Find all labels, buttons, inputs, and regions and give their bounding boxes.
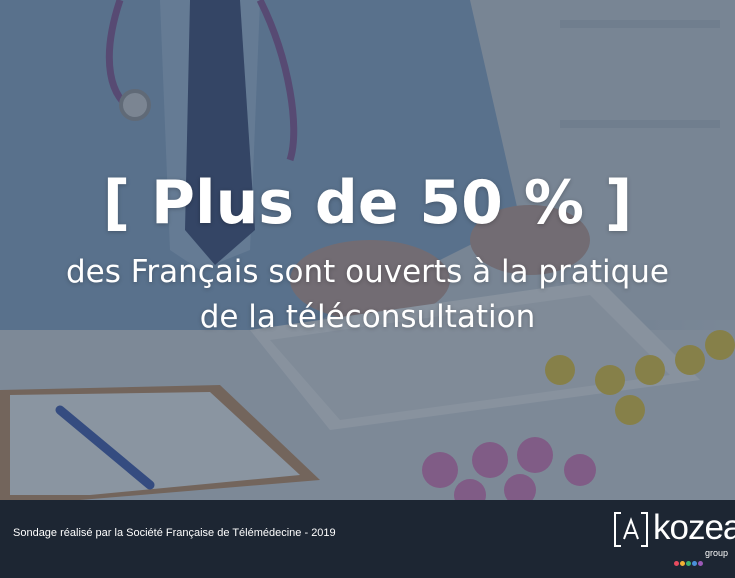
- logo-dot: [686, 561, 691, 566]
- headline-subtitle-line-2: de la téléconsultation: [199, 299, 536, 335]
- bracket-a-icon: [614, 512, 648, 547]
- logo-dot: [692, 561, 697, 566]
- headline-subtitle-line-1: des Français sont ouverts à la pratique: [66, 254, 669, 290]
- logo-dot: [698, 561, 703, 566]
- logo-wordmark: kozea: [653, 508, 735, 547]
- headline-percentage: [ Plus de 50 % ]: [102, 168, 633, 238]
- logo-tagline: group: [705, 548, 729, 558]
- logo-color-dots: [674, 551, 704, 570]
- logo-dot: [680, 561, 685, 566]
- source-note: Sondage réalisé par la Société Française…: [13, 527, 336, 539]
- headline: [ Plus de 50 % ] des Français sont ouver…: [0, 160, 735, 340]
- logo-dot: [674, 561, 679, 566]
- kozea-logo: kozea group: [613, 508, 735, 570]
